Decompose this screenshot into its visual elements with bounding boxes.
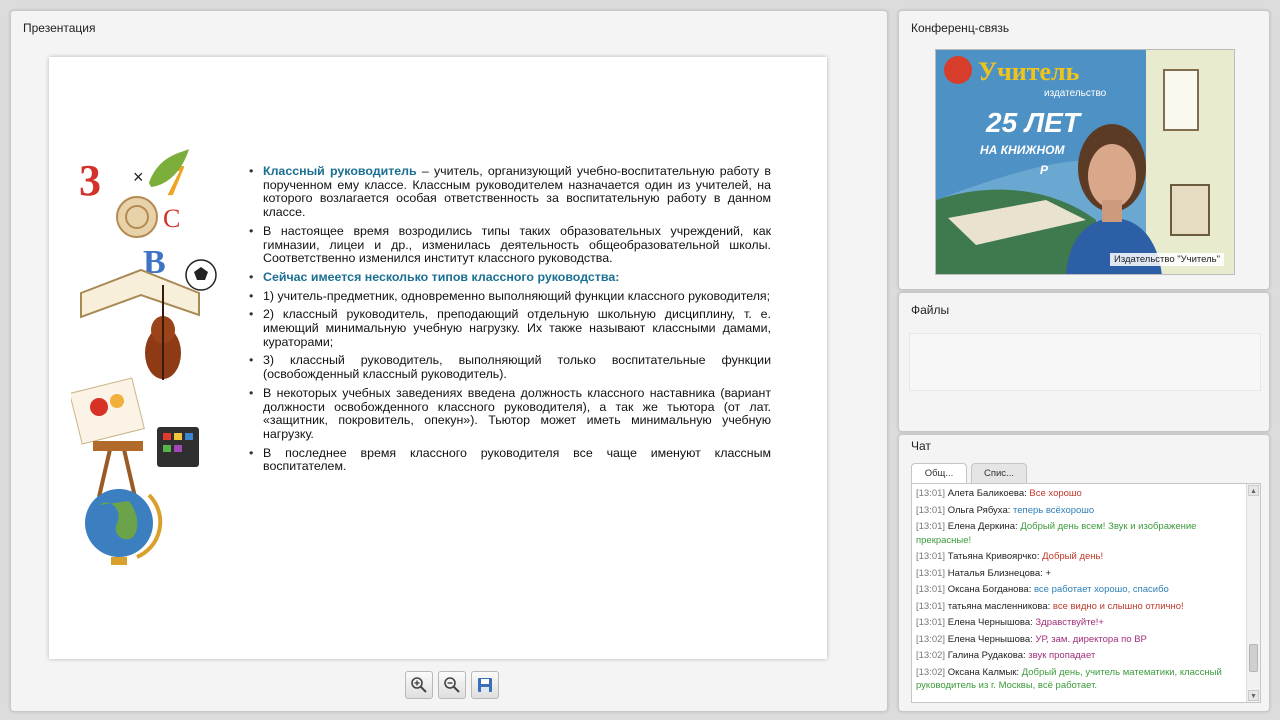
chat-message-time: [13:01]	[916, 584, 946, 595]
chat-message-author: Елена Чернышова:	[947, 617, 1033, 628]
illustration-x: ×	[133, 167, 144, 187]
slide: 3 7 × C B • Классный руководитель – учит…	[49, 57, 827, 659]
zoom-in-button[interactable]	[405, 671, 433, 699]
slide-bullet: Классный руководитель – учитель, организ…	[249, 164, 771, 220]
chat-message: [13:02] Галина Рудакова: звук пропадает	[916, 648, 1246, 665]
presentation-toolbar	[405, 671, 499, 699]
chat-message-author: Наталья Близнецова:	[947, 567, 1043, 579]
chat-messages-box[interactable]: [13:01] Алета Баликоева: Все хорошо [13:0…	[911, 483, 1261, 703]
banner-sub: издательство	[1044, 88, 1107, 99]
presentation-title: Презентация	[23, 21, 96, 35]
banner-tail1: НА КНИЖНОМ	[980, 143, 1065, 157]
chat-message-text: Добрый день!	[1042, 551, 1104, 562]
chat-panel: Чат Общ... Спис... [13:01] Алета Баликое…	[898, 434, 1270, 712]
chat-message-author: Елена Чернышова:	[947, 633, 1033, 645]
tab-participants-list[interactable]: Спис...	[971, 463, 1027, 483]
chat-message-text: звук пропадает	[1028, 650, 1096, 661]
chat-scrollbar[interactable]: ▲ ▼	[1246, 484, 1260, 702]
slide-illustration: 3 7 × C B	[71, 149, 217, 565]
conference-title: Конференц-связь	[911, 21, 1010, 35]
chat-message-time: [13:01]	[916, 504, 946, 516]
slide-bullet: 3) классный руководитель, выполняющий то…	[249, 354, 771, 381]
chat-message-time: [13:01]	[916, 617, 946, 628]
chat-message: [13:01] Елена Деркина: Добрый день всем!…	[916, 519, 1246, 549]
chat-message: [13:01] Оксана Богданова: все работает х…	[916, 582, 1246, 599]
chat-message-time: [13:01]	[916, 521, 946, 532]
chat-message-text: все работает хорошо, спасибо	[1033, 584, 1169, 595]
chat-message-list: [13:01] Алета Баликоева: Все хорошо [13:0…	[916, 486, 1246, 695]
chat-message: [13:01] Елена Чернышова: Здравствуйте!+	[916, 615, 1246, 632]
chat-message-author: татьяна масленникова:	[947, 600, 1051, 612]
video-feed[interactable]: Учитель издательство 25 ЛЕТ НА КНИЖНОМ Р…	[935, 49, 1235, 275]
video-frame: Учитель издательство 25 ЛЕТ НА КНИЖНОМ Р	[936, 50, 1234, 274]
slide-text: Классный руководитель – учитель, организ…	[249, 164, 771, 479]
participant-label: Издательство "Учитель"	[1109, 253, 1224, 266]
zoom-in-icon	[411, 677, 427, 693]
chat-message: [13:01] Алета Баликоева: Все хорошо	[916, 486, 1246, 503]
chat-message-time: [13:01]	[916, 551, 946, 562]
chat-message-text: +	[1045, 567, 1051, 579]
chat-message-author: Ольга Рябуха:	[947, 504, 1011, 516]
chat-message-time: [13:01]	[916, 600, 946, 612]
chat-message: [13:01] Татьяна Кривоярчко: Добрый день!	[916, 549, 1246, 566]
chat-message-time: [13:02]	[916, 633, 946, 645]
zoom-out-button[interactable]	[438, 671, 466, 699]
chat-message-author: Оксана Калмык:	[947, 666, 1020, 678]
files-title: Файлы	[911, 303, 950, 317]
chat-message: [13:01] Наталья Близнецова: +	[916, 566, 1246, 583]
slide-bullet: 1) учитель-предметник, одновременно выпо…	[249, 288, 771, 304]
chat-message-author: Галина Рудакова:	[947, 650, 1026, 661]
banner-brand: Учитель	[978, 57, 1080, 86]
chat-message-text: теперь всёхорошо	[1013, 504, 1095, 516]
banner-tail2: Р	[1040, 163, 1049, 177]
slide-bullet-text: 2) классный руководитель, преподающий от…	[263, 307, 771, 349]
chat-message-text: УР, зам. директора по ВР	[1035, 633, 1147, 645]
conference-panel: Конференц-связь Учитель издательство 25 …	[898, 10, 1270, 290]
slide-bullet-text: В некоторых учебных заведениях введена д…	[263, 385, 771, 441]
chat-message-time: [13:02]	[916, 666, 946, 678]
presentation-panel: Презентация 3 7 × C B • Классный руковод…	[10, 10, 888, 712]
slide-bullet: 2) классный руководитель, преподающий от…	[249, 307, 771, 349]
chat-message-time: [13:01]	[916, 567, 946, 579]
chat-message-author: Оксана Богданова:	[947, 584, 1032, 595]
scroll-down-icon[interactable]: ▼	[1248, 690, 1259, 701]
chat-message: [13:01] Ольга Рябуха: теперь всёхорошо	[916, 503, 1246, 520]
files-list[interactable]	[909, 333, 1261, 391]
save-icon	[478, 678, 492, 692]
files-panel: Файлы	[898, 292, 1270, 432]
slide-bullet-text: 1) учитель-предметник, одновременно выпо…	[263, 288, 771, 303]
tab-chat-general[interactable]: Общ...	[911, 463, 967, 483]
chat-message: [13:01] татьяна масленникова: все видно …	[916, 599, 1246, 616]
chat-message-author: Елена Деркина:	[947, 521, 1018, 532]
illustration-c: C	[163, 204, 180, 233]
scroll-up-icon[interactable]: ▲	[1248, 485, 1259, 496]
slide-bullet: В настоящее время возродились типы таких…	[249, 223, 771, 266]
chat-message-text: Здравствуйте!+	[1035, 617, 1104, 628]
chat-message-text: Все хорошо	[1029, 488, 1082, 499]
chat-message-author: Татьяна Кривоярчко:	[947, 551, 1040, 562]
slide-bullet-text: В настоящее время возродились типы таких…	[263, 223, 771, 266]
slide-bullet-text: 3) классный руководитель, выполняющий то…	[263, 353, 771, 382]
slide-bullet: Сейчас имеется несколько типов классного…	[249, 269, 771, 285]
scroll-thumb[interactable]	[1249, 644, 1258, 672]
slide-bullet-lead: Сейчас имеется несколько типов классного…	[263, 269, 620, 284]
banner-years: 25 ЛЕТ	[985, 107, 1083, 138]
slide-bullet: В некоторых учебных заведениях введена д…	[249, 385, 771, 442]
save-button[interactable]	[471, 671, 499, 699]
chat-message-time: [13:02]	[916, 650, 946, 661]
slide-bullet-text: В последнее время классного руководителя…	[263, 445, 771, 474]
slide-bullet-lead: Классный руководитель	[263, 164, 417, 178]
chat-message: [13:02] Елена Чернышова: УР, зам. директ…	[916, 632, 1246, 649]
slide-bullet: В последнее время классного руководителя…	[249, 445, 771, 474]
zoom-out-icon	[444, 677, 460, 693]
chat-message: [13:02] Оксана Калмык: Добрый день, учит…	[916, 665, 1246, 695]
chat-message-author: Алета Баликоева:	[947, 488, 1027, 499]
illustration-3: 3	[79, 156, 101, 205]
chat-message-text: все видно и слышно отлично!	[1052, 600, 1184, 612]
chat-title: Чат	[911, 439, 931, 453]
chat-message-time: [13:01]	[916, 488, 946, 499]
